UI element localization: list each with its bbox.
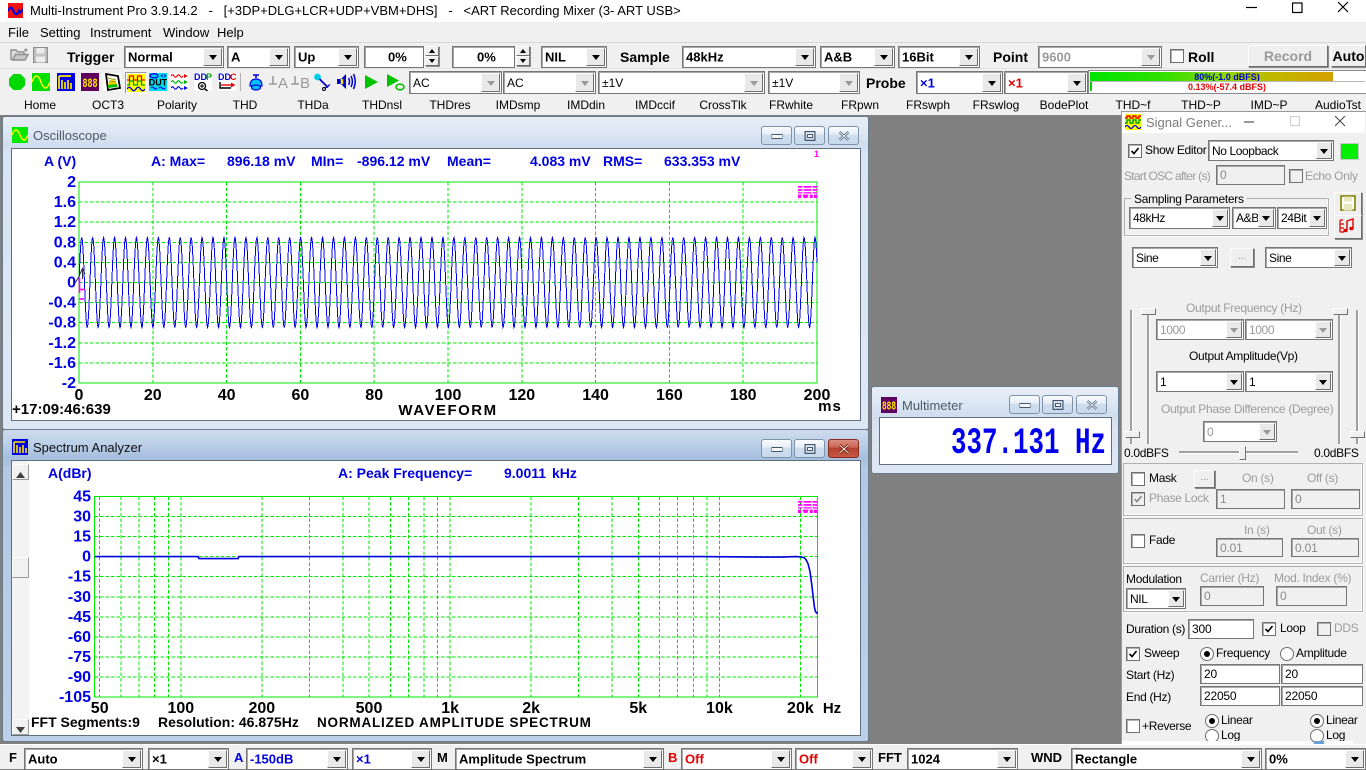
svg-text:160: 160 (656, 387, 683, 404)
svg-text:45: 45 (73, 489, 91, 506)
svg-text:-30: -30 (68, 589, 91, 606)
svg-text:-0.8: -0.8 (48, 315, 76, 332)
svg-text:30: 30 (73, 509, 91, 526)
svg-text:337.131 Hz: 337.131 Hz (951, 423, 1106, 464)
svg-text:WAVEFORM: WAVEFORM (398, 402, 497, 418)
svg-text:0: 0 (82, 549, 91, 566)
svg-text:0.8: 0.8 (54, 234, 76, 251)
svg-text:-15: -15 (68, 569, 91, 586)
svg-text:10k: 10k (706, 700, 733, 717)
svg-text:888: 888 (882, 400, 896, 414)
svg-text:Hz: Hz (823, 700, 841, 717)
svg-text:20: 20 (144, 387, 162, 404)
svg-text:FFT Segments:9: FFT Segments:9 (31, 714, 140, 730)
svg-text:1.2: 1.2 (54, 214, 76, 231)
svg-text:5k: 5k (629, 700, 647, 717)
svg-text:80: 80 (365, 387, 383, 404)
svg-text:A: A (278, 75, 288, 92)
svg-text:-105: -105 (59, 689, 91, 706)
svg-text:2: 2 (67, 174, 76, 191)
svg-text:-60: -60 (68, 629, 91, 646)
svg-text:140: 140 (582, 387, 609, 404)
svg-text:-0.4: -0.4 (48, 295, 76, 312)
svg-text:-75: -75 (68, 649, 91, 666)
svg-text:180: 180 (730, 387, 757, 404)
svg-text:-1.2: -1.2 (48, 335, 76, 352)
svg-text:120: 120 (508, 387, 535, 404)
svg-text:NORMALIZED AMPLITUDE SPECTRUM: NORMALIZED AMPLITUDE SPECTRUM (317, 715, 592, 730)
svg-text:ms: ms (818, 398, 842, 415)
svg-text:0.4: 0.4 (54, 254, 76, 271)
svg-text:-45: -45 (68, 609, 91, 626)
svg-text:888: 888 (83, 76, 98, 91)
svg-text:20k: 20k (787, 700, 814, 717)
svg-text:Resolution: 46.875Hz: Resolution: 46.875Hz (158, 714, 299, 730)
svg-text:DUT: DUT (149, 78, 167, 88)
svg-text:40: 40 (218, 387, 236, 404)
svg-text:+17:09:46:639: +17:09:46:639 (12, 401, 111, 418)
svg-text:60: 60 (292, 387, 310, 404)
svg-text:C: C (230, 73, 236, 82)
svg-text:15: 15 (73, 529, 91, 546)
svg-text:-90: -90 (68, 669, 91, 686)
svg-text:P: P (206, 73, 212, 82)
svg-text:B: B (300, 75, 310, 92)
svg-text:-1.6: -1.6 (48, 355, 76, 372)
svg-text:1.6: 1.6 (54, 194, 76, 211)
